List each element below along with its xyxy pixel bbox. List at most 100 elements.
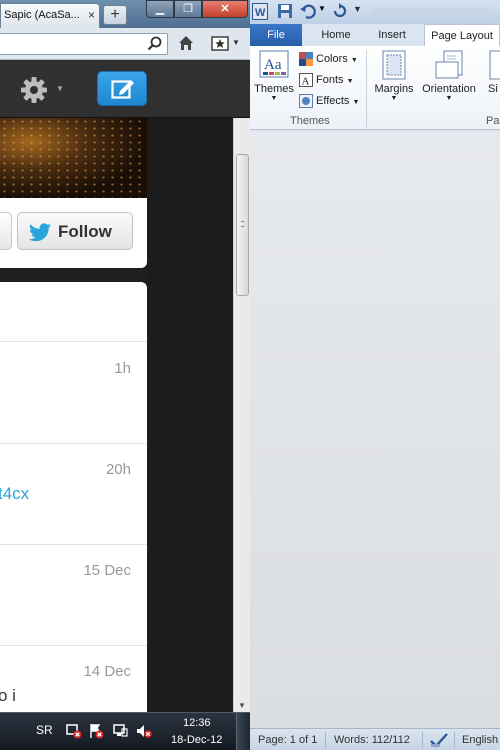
window-title-obscured xyxy=(370,8,490,16)
network-warning-icon[interactable] xyxy=(66,723,82,742)
windows-taskbar: SR 12:36 18-Dec-12 xyxy=(0,712,250,750)
minimize-button[interactable]: ▁ xyxy=(146,0,174,18)
network-icon[interactable] xyxy=(112,723,128,742)
document-area[interactable] xyxy=(250,131,500,728)
stream-header xyxy=(0,282,147,342)
settings-button[interactable]: ▼ xyxy=(18,74,68,104)
themes-label: Themes xyxy=(254,83,294,95)
profile-card: Follow xyxy=(0,118,147,268)
browser-tab-bar: Sapic (AcaSa... × + ▁ ❐ ✕ xyxy=(0,0,250,28)
twitter-top-bar: ▼ xyxy=(0,60,250,118)
compose-icon xyxy=(111,80,134,99)
tab-page-layout[interactable]: Page Layout xyxy=(424,24,500,46)
chevron-down-icon: ▼ xyxy=(445,95,453,102)
group-separator xyxy=(366,50,367,128)
close-window-button[interactable]: ✕ xyxy=(202,0,248,18)
word-window: W ▼ ▼ File Home Insert Page Layout Aa Th… xyxy=(250,0,500,750)
show-desktop-button[interactable] xyxy=(236,713,250,750)
tab-home[interactable]: Home xyxy=(312,24,360,46)
repeat-icon[interactable] xyxy=(332,3,348,22)
tweet-item[interactable]: 14 Dec o i xyxy=(0,646,147,712)
browser-window: Sapic (AcaSa... × + ▁ ❐ ✕ ▼ ▼ Follow 1h … xyxy=(0,0,250,712)
effects-label: Effects xyxy=(316,94,350,107)
twitter-bird-icon xyxy=(29,223,51,241)
tweet-item[interactable]: 1h xyxy=(0,343,147,444)
profile-action-button[interactable] xyxy=(0,212,12,250)
tab-insert[interactable]: Insert xyxy=(366,24,418,46)
tab-title: Sapic (AcaSa... xyxy=(4,9,80,21)
search-icon[interactable] xyxy=(147,36,163,55)
effects-icon xyxy=(299,94,313,108)
orientation-button[interactable]: Orientation ▼ xyxy=(418,50,480,112)
margins-button[interactable]: Margins ▼ xyxy=(372,50,416,112)
tweet-timestamp[interactable]: 14 Dec xyxy=(83,663,131,680)
maximize-button[interactable]: ❐ xyxy=(174,0,202,18)
word-count[interactable]: Words: 112/112 xyxy=(334,734,410,746)
status-separator xyxy=(454,732,455,748)
browser-scrollbar[interactable]: ▼ xyxy=(233,118,250,712)
clock-time[interactable]: 12:36 xyxy=(183,717,211,729)
page-background xyxy=(147,118,233,712)
chevron-down-icon: ▼ xyxy=(350,56,358,64)
chevron-down-icon: ▼ xyxy=(56,84,64,93)
volume-muted-icon[interactable] xyxy=(136,723,152,742)
page-count[interactable]: Page: 1 of 1 xyxy=(258,734,317,746)
undo-icon[interactable] xyxy=(300,3,316,22)
tweet-link[interactable]: t4cx xyxy=(0,484,29,504)
quick-access-toolbar: W ▼ ▼ xyxy=(250,0,500,24)
save-icon[interactable] xyxy=(277,3,293,22)
status-bar: Page: 1 of 1 Words: 112/112 English xyxy=(250,728,500,750)
clock-date[interactable]: 18-Dec-12 xyxy=(171,734,222,746)
fonts-label: Fonts xyxy=(316,73,344,86)
colors-icon xyxy=(299,52,313,66)
tweet-timestamp[interactable]: 1h xyxy=(114,360,131,377)
browser-tab[interactable]: Sapic (AcaSa... × xyxy=(0,3,100,28)
compose-tweet-button[interactable] xyxy=(97,71,147,106)
ribbon-page-layout: Aa Themes ▼ Colors ▼ A Fonts ▼ Effects ▼ … xyxy=(250,46,500,130)
orientation-label: Orientation xyxy=(422,83,476,95)
address-bar[interactable] xyxy=(0,33,168,55)
size-icon xyxy=(489,50,500,80)
tab-file[interactable]: File xyxy=(250,24,302,46)
themes-group-label: Themes xyxy=(290,115,330,127)
tweet-text: o i xyxy=(0,686,16,705)
size-button[interactable]: Si xyxy=(488,50,500,112)
undo-dropdown-icon[interactable]: ▼ xyxy=(318,4,326,13)
home-icon[interactable] xyxy=(178,35,194,54)
svg-text:W: W xyxy=(255,7,266,19)
scroll-down-arrow-icon[interactable]: ▼ xyxy=(238,701,246,710)
fonts-button[interactable]: A Fonts ▼ xyxy=(299,73,354,87)
word-app-icon[interactable]: W xyxy=(252,3,268,23)
bookmark-icon[interactable] xyxy=(211,36,229,54)
banner-lights xyxy=(0,118,147,198)
customize-qat-icon[interactable]: ▼ xyxy=(353,4,362,14)
chevron-down-icon: ▼ xyxy=(346,77,354,85)
effects-button[interactable]: Effects ▼ xyxy=(299,94,359,108)
tweet-timestamp[interactable]: 15 Dec xyxy=(83,562,131,579)
browser-navigation-bar: ▼ xyxy=(0,28,250,60)
chevron-down-icon: ▼ xyxy=(352,98,360,106)
size-label: Si xyxy=(488,83,498,95)
colors-button[interactable]: Colors ▼ xyxy=(299,52,358,66)
action-center-flag-icon[interactable] xyxy=(88,723,104,742)
language-status[interactable]: English xyxy=(462,734,498,746)
proofing-check-icon[interactable] xyxy=(430,732,448,750)
new-tab-button[interactable]: + xyxy=(103,5,127,25)
tab-close-icon[interactable]: × xyxy=(88,8,95,22)
chevron-down-icon[interactable]: ▼ xyxy=(232,38,240,47)
tweet-stream: 1h 20h t4cx 15 Dec 14 Dec o i xyxy=(0,282,147,712)
tweet-item[interactable]: 15 Dec xyxy=(0,545,147,646)
gear-icon xyxy=(21,77,47,103)
svg-text:A: A xyxy=(302,76,310,88)
tweet-item[interactable]: 20h t4cx xyxy=(0,444,147,545)
margins-label: Margins xyxy=(374,83,414,95)
status-separator xyxy=(422,732,423,748)
chevron-down-icon: ▼ xyxy=(270,95,278,102)
tweet-timestamp[interactable]: 20h xyxy=(106,461,131,478)
follow-button[interactable]: Follow xyxy=(17,212,133,250)
language-indicator[interactable]: SR xyxy=(36,723,53,737)
themes-button[interactable]: Aa Themes ▼ xyxy=(252,50,296,112)
margins-icon xyxy=(382,50,406,80)
scrollbar-thumb[interactable] xyxy=(236,154,249,296)
fonts-icon: A xyxy=(299,73,313,87)
